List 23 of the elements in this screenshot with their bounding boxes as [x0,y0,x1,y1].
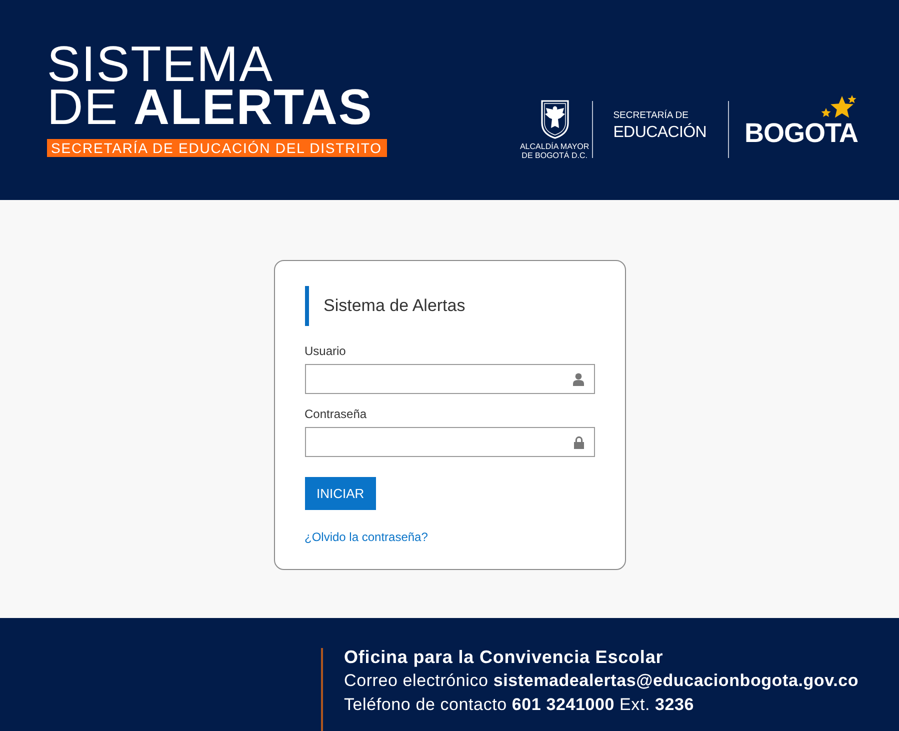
contact-line: Correo electrónico sistemadealertas@educacionbogota.gov.co [344,670,859,692]
crest-icon [538,99,571,139]
input-field[interactable] [304,427,594,457]
logo-caption: DE BOGOTÁ D.C. [522,151,588,160]
footer-title: Oficina para la Convivencia Escolar [344,646,664,669]
forgot-password-link[interactable]: ¿Olvido la contraseña? [304,530,428,544]
accent-bar [304,286,308,326]
input-field[interactable] [304,364,594,394]
lock-icon [574,436,584,448]
city-logo-text: BOGOTA [744,118,858,148]
logo-caption: ALCALDÍA MAYOR [520,142,590,151]
stars-icon [820,94,858,120]
card-title: Sistema de Alertas [324,296,466,316]
title-line: SISTEMA [47,43,274,86]
user-icon [572,372,584,386]
contact-line: Teléfono de contacto 601 3241000 Ext. 3236 [344,694,696,716]
subtitle-banner: SECRETARÍA DE EDUCACIÓN DEL DISTRITO [47,139,387,157]
title-line: DE ALERTAS [47,86,373,129]
login-button[interactable]: INICIAR [304,477,376,510]
field-label: Contraseña [304,407,368,421]
department-name: EDUCACIÓN [613,122,706,142]
field-label: Usuario [304,344,347,358]
department-label: SECRETARÍA DE [613,110,690,122]
